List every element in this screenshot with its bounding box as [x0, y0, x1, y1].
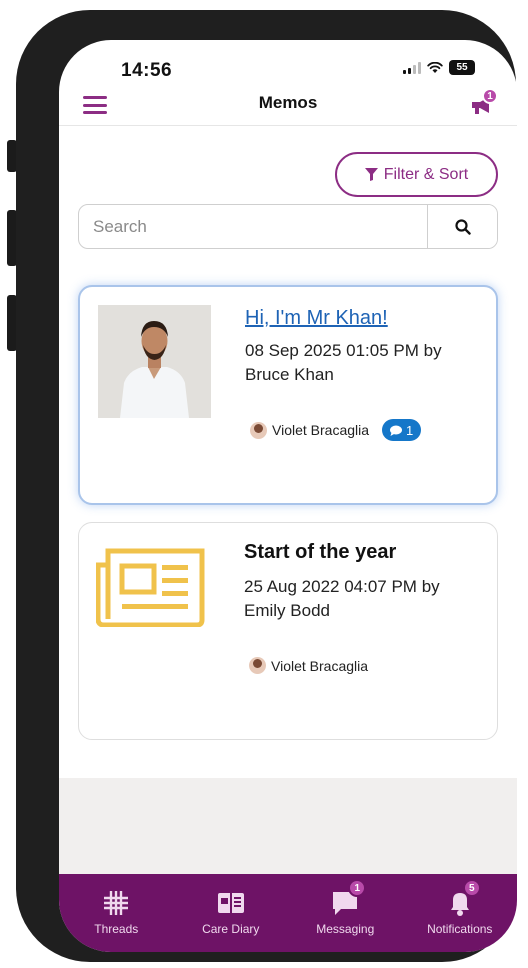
- memo-author: Bruce Khan: [245, 365, 334, 384]
- tab-threads[interactable]: Threads: [59, 874, 174, 952]
- tab-label: Threads: [94, 922, 139, 936]
- page-title: Memos: [258, 93, 318, 112]
- diary-icon: [216, 888, 246, 918]
- memo-recipient: Violet Bracaglia 1: [250, 419, 422, 441]
- status-icons: 55: [403, 60, 475, 75]
- comment-count-badge[interactable]: 1: [382, 419, 422, 441]
- filter-icon: [364, 168, 378, 181]
- comment-icon: [390, 425, 403, 436]
- bottom-tab-bar: Threads Care Diary 1 Messaging 5 Notific…: [59, 874, 517, 952]
- filter-sort-button[interactable]: Filter & Sort: [335, 152, 498, 197]
- memo-title-link[interactable]: Hi, I'm Mr Khan!: [245, 307, 388, 330]
- recipient-name: Violet Bracaglia: [271, 657, 369, 674]
- filter-sort-label: Filter & Sort: [383, 165, 469, 183]
- tab-label: Care Diary: [202, 922, 260, 936]
- announcements-button[interactable]: 1: [469, 88, 498, 118]
- status-time: 14:56: [121, 60, 173, 81]
- memo-title[interactable]: Start of the year: [244, 541, 396, 564]
- memo-card[interactable]: Start of the year 25 Aug 2022 04:07 PM b…: [78, 522, 498, 740]
- empty-list-area: [59, 778, 517, 874]
- recipient-name: Violet Bracaglia: [272, 422, 370, 438]
- bell-icon: 5: [445, 879, 481, 918]
- memo-card[interactable]: Hi, I'm Mr Khan! 08 Sep 2025 01:05 PM by…: [78, 285, 498, 505]
- comment-count: 1: [406, 422, 414, 438]
- chat-icon: 1: [330, 879, 367, 918]
- recipient-avatar: [250, 421, 267, 439]
- memo-thumbnail-photo: [98, 305, 211, 418]
- memo-date-by: 25 Aug 2022 04:07 PM by: [244, 577, 440, 596]
- wifi-icon: [427, 61, 443, 73]
- app-screen: 14:56 55 Memos 1 Filter & Sort Search Hi…: [59, 40, 517, 952]
- top-nav: Memos 1: [59, 86, 517, 126]
- messaging-badge: 1: [348, 879, 367, 897]
- newspaper-icon: [95, 547, 206, 628]
- notifications-badge: 5: [462, 879, 481, 897]
- battery-icon: 55: [449, 60, 475, 75]
- announcements-badge: 1: [482, 88, 498, 104]
- recipient-avatar: [249, 657, 266, 674]
- tab-label: Messaging: [316, 922, 375, 936]
- phone-frame: 14:56 55 Memos 1 Filter & Sort Search Hi…: [16, 10, 517, 962]
- search-input[interactable]: [79, 205, 427, 248]
- search-icon: [454, 218, 471, 235]
- signal-icon: [403, 61, 421, 74]
- search-bar: [78, 204, 498, 249]
- memo-date-by: 08 Sep 2025 01:05 PM by: [245, 341, 442, 360]
- grid-icon: [101, 888, 131, 918]
- tab-messaging[interactable]: 1 Messaging: [288, 874, 403, 952]
- tab-notifications[interactable]: 5 Notifications: [403, 874, 518, 952]
- search-button[interactable]: [427, 205, 497, 248]
- memo-recipient: Violet Bracaglia: [249, 657, 368, 674]
- tab-care-diary[interactable]: Care Diary: [174, 874, 289, 952]
- memo-author: Emily Bodd: [244, 601, 330, 620]
- tab-label: Notifications: [427, 922, 493, 936]
